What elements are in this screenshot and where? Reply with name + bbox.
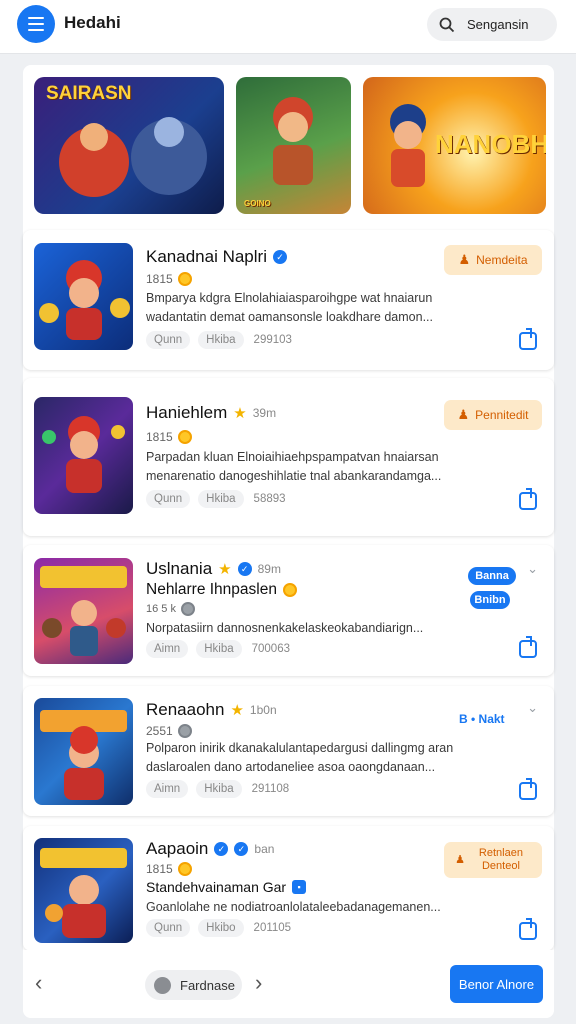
banner-card[interactable]: SAIRASN xyxy=(34,77,224,214)
share-icon[interactable] xyxy=(519,488,537,510)
tag: 201105 xyxy=(253,922,292,934)
chevron-down-icon[interactable]: ⌄ xyxy=(527,700,538,716)
tag: Aimn xyxy=(146,780,189,798)
status-badge[interactable]: Banna xyxy=(468,567,516,585)
star-icon: ★ xyxy=(233,405,247,422)
tag: 299103 xyxy=(253,334,292,346)
game-card[interactable]: Renaaohn ★ 1b0n 2551 Polparon inirik dkana… xyxy=(23,686,554,816)
game-meta: 1815 xyxy=(146,862,192,876)
game-tags: Qunn Hkiba 299103 xyxy=(146,331,294,349)
coin-icon xyxy=(177,862,192,876)
game-description: Goanlolahe ne nodiatroanlolataleebadanag… xyxy=(146,900,441,914)
share-icon[interactable] xyxy=(519,918,537,940)
game-meta: 1815 xyxy=(146,272,192,286)
game-subtitle: Standehvainaman Gar ▪ xyxy=(146,879,307,895)
star-icon: ★ xyxy=(230,702,244,719)
banner-card[interactable]: GOINO xyxy=(236,77,351,214)
game-title: Renaaohn ★ 1b0n xyxy=(146,700,277,719)
game-thumbnail xyxy=(34,698,133,805)
badge-icon xyxy=(180,602,195,616)
action-button[interactable]: ♟ Pennitedit xyxy=(444,400,542,430)
person-icon: ♟ xyxy=(458,252,471,267)
hamburger-icon xyxy=(28,17,44,19)
tag: Hkibo xyxy=(198,919,244,937)
game-meta: 1815 xyxy=(146,430,192,444)
action-button[interactable]: ♟ Nemdeita xyxy=(444,245,542,275)
banner-title: SAIRASN xyxy=(46,83,132,104)
game-tags: Qunn Hkiba 58893 xyxy=(146,490,288,508)
game-subtitle: Nehlarre Ihnpaslen xyxy=(146,581,297,599)
game-meta: 16 5 k xyxy=(146,602,195,616)
tag: Qunn xyxy=(146,490,191,508)
verified-icon: ✓ xyxy=(237,562,252,576)
pagination-bar: ‹ Fardnase › Benor Alnore xyxy=(23,950,554,1018)
game-thumbnail xyxy=(34,558,133,664)
top-bar: Hedahi Sengansin xyxy=(0,0,576,54)
game-card[interactable]: Uslnania ★ ✓ 89m Nehlarre Ihnpaslen 16 5 k … xyxy=(23,545,554,676)
cta-button[interactable]: Benor Alnore xyxy=(450,965,543,1003)
game-thumbnail xyxy=(34,243,133,350)
game-title: Uslnania ★ ✓ 89m xyxy=(146,559,281,578)
game-description: Parpadan kluan Elnoiaihiaehpspampatvan h… xyxy=(146,450,442,483)
game-description: Polparon inirik dkanakalulantapedargusi … xyxy=(146,741,454,774)
action-link[interactable]: B • Nakt xyxy=(459,712,505,726)
tag: Qunn xyxy=(146,919,191,937)
coin-icon xyxy=(177,272,192,286)
action-button[interactable]: ♟ Retnlaen Denteol xyxy=(444,842,542,878)
share-icon[interactable] xyxy=(519,328,537,350)
verified-icon: ✓ xyxy=(234,842,249,856)
tag: 291108 xyxy=(251,783,290,795)
game-title: Aapaoin ✓ ✓ ban xyxy=(146,839,275,858)
tag: Hkiba xyxy=(196,640,242,658)
share-icon[interactable] xyxy=(519,636,537,658)
app-title: Hedahi xyxy=(64,13,121,32)
game-description: Norpatasiirn dannosnenkakelaskeokabandia… xyxy=(146,621,424,635)
game-title: Kanadnai Naplri ✓ xyxy=(146,247,287,267)
badge-icon: ▪ xyxy=(292,880,307,894)
banner-title: GOINO xyxy=(244,199,271,208)
game-card[interactable]: Haniehlem ★ 39m 1815 Parpadan kluan Elnoia… xyxy=(23,378,554,536)
tag: Hkiba xyxy=(196,780,242,798)
verified-icon: ✓ xyxy=(214,842,229,856)
tag: 700063 xyxy=(251,643,290,655)
game-card[interactable]: Kanadnai Naplri ✓ 1815 Bmparya kdgra Elno… xyxy=(23,230,554,370)
avatar xyxy=(154,976,171,994)
verified-icon: ✓ xyxy=(272,250,287,264)
banner-carousel: SAIRASN GOINO NANOBH xyxy=(34,77,546,214)
tag: Qunn xyxy=(146,331,191,349)
game-tags: Aimn Hkiba 700063 xyxy=(146,640,292,658)
person-icon: ♟ xyxy=(455,853,465,866)
game-thumbnail xyxy=(34,838,133,943)
page-selector[interactable]: Fardnase xyxy=(145,970,242,1000)
search-icon xyxy=(439,17,455,32)
tag: 58893 xyxy=(253,493,286,505)
chevron-right-icon[interactable]: › xyxy=(255,970,262,996)
game-description: Bmparya kdgra Elnolahiaiasparoihgpe wat … xyxy=(146,291,433,324)
chevron-left-icon[interactable]: ‹ xyxy=(35,970,42,996)
game-title: Haniehlem ★ 39m xyxy=(146,403,277,422)
badge-icon xyxy=(177,724,192,738)
banner-title: NANOBH xyxy=(435,129,546,159)
game-tags: Qunn Hkibo 201105 xyxy=(146,919,293,937)
search-button[interactable]: Sengansin xyxy=(427,8,557,41)
tag: Aimn xyxy=(146,640,189,658)
coin-icon xyxy=(177,430,192,444)
search-label: Sengansin xyxy=(467,17,529,32)
status-badge[interactable]: Bnibn xyxy=(470,591,510,609)
game-thumbnail xyxy=(34,397,133,514)
game-tags: Aimn Hkiba 291108 xyxy=(146,780,291,798)
person-icon: ♟ xyxy=(457,407,470,422)
tag: Hkiba xyxy=(198,490,244,508)
tag: Hkiba xyxy=(198,331,244,349)
game-card[interactable]: Aapaoin ✓ ✓ ban 1815 Standehvainaman Gar ▪ G… xyxy=(23,826,554,951)
banner-card[interactable]: NANOBH xyxy=(363,77,546,214)
chevron-down-icon[interactable]: ⌄ xyxy=(527,561,538,577)
share-icon[interactable] xyxy=(519,778,537,800)
emoji-icon xyxy=(282,583,297,597)
menu-button[interactable] xyxy=(17,5,55,43)
game-meta: 2551 xyxy=(146,724,192,738)
star-icon: ★ xyxy=(218,561,232,578)
